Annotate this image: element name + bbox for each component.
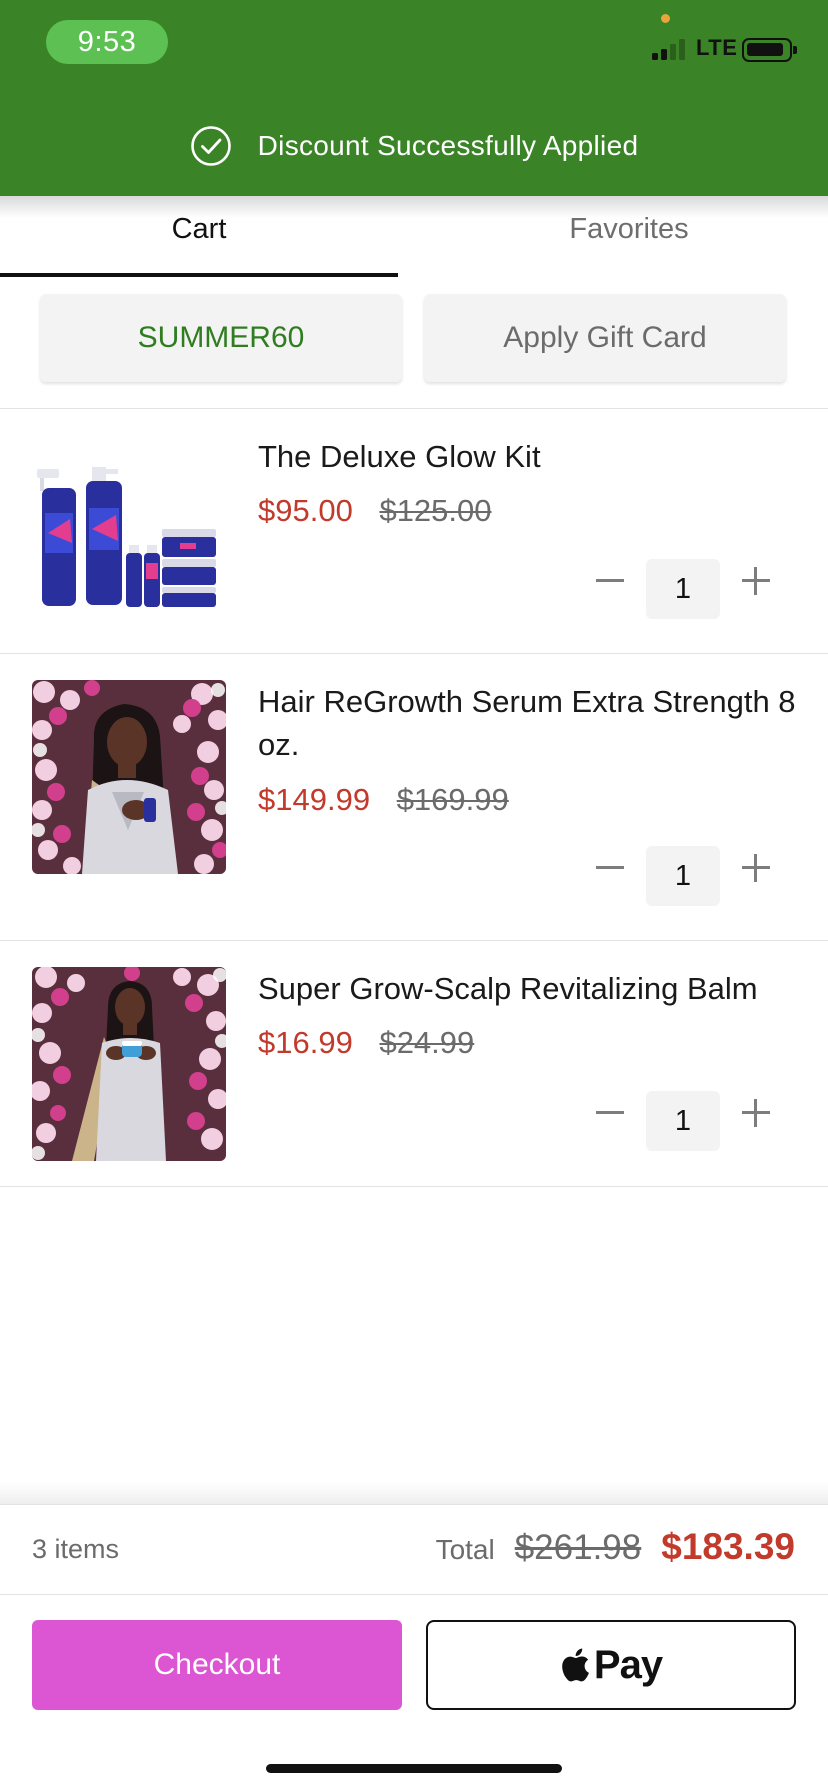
- discount-banner: 9:53 LTE Discount Successfully Applied: [0, 0, 828, 196]
- divider: [0, 1504, 828, 1505]
- promo-code-button[interactable]: SUMMER60: [40, 294, 402, 382]
- decrease-quantity-button[interactable]: [588, 846, 632, 890]
- order-total: Total $261.98 $183.39: [436, 1526, 795, 1568]
- item-title[interactable]: Super Grow-Scalp Revitalizing Balm: [258, 967, 818, 1010]
- increase-quantity-button[interactable]: [734, 559, 778, 603]
- apply-gift-card-button[interactable]: Apply Gift Card: [424, 294, 786, 382]
- check-circle-icon: [190, 126, 231, 166]
- items-count: 3 items: [32, 1534, 120, 1564]
- home-indicator[interactable]: [266, 1764, 562, 1773]
- active-tab-indicator: [0, 273, 398, 277]
- tab-favorites[interactable]: Favorites: [430, 196, 828, 276]
- minus-icon: [596, 579, 624, 582]
- divider: [0, 1594, 828, 1595]
- minus-icon: [596, 866, 624, 869]
- increase-quantity-button[interactable]: [734, 846, 778, 890]
- item-title[interactable]: Hair ReGrowth Serum Extra Strength 8 oz.: [258, 680, 818, 766]
- cart-item: Super Grow-Scalp Revitalizing Balm $16.9…: [0, 941, 828, 1186]
- sale-price: $95.00: [258, 493, 353, 528]
- cart-item: Hair ReGrowth Serum Extra Strength 8 oz.…: [0, 654, 828, 940]
- status-time: 9:53: [46, 20, 168, 64]
- checkout-button[interactable]: Checkout: [32, 1620, 402, 1710]
- quantity-value[interactable]: 1: [646, 1091, 720, 1151]
- cellular-signal-icon: [652, 38, 688, 60]
- decrease-quantity-button[interactable]: [588, 1091, 632, 1135]
- total-original-price: $261.98: [514, 1528, 642, 1567]
- price-row: $149.99 $169.99: [258, 782, 509, 818]
- tab-cart[interactable]: Cart: [0, 196, 398, 276]
- cart-item: The Deluxe Glow Kit $95.00 $125.00 1: [0, 409, 828, 653]
- decrease-quantity-button[interactable]: [588, 559, 632, 603]
- item-title[interactable]: The Deluxe Glow Kit: [258, 435, 818, 478]
- total-discounted-price: $183.39: [661, 1526, 795, 1567]
- battery-icon: [742, 38, 797, 62]
- quantity-value[interactable]: 1: [646, 559, 720, 619]
- price-row: $95.00 $125.00: [258, 493, 492, 529]
- total-label: Total: [435, 1534, 495, 1565]
- increase-quantity-button[interactable]: [734, 1091, 778, 1135]
- apple-pay-button[interactable]: Pay: [426, 1620, 796, 1710]
- apple-logo-icon: [562, 1648, 589, 1682]
- privacy-indicator-dot: [661, 14, 670, 23]
- footer-shadow: [0, 1482, 828, 1504]
- toast-message: Discount Successfully Applied: [257, 130, 639, 161]
- network-type: LTE: [696, 35, 738, 60]
- divider: [0, 1186, 828, 1187]
- apple-pay-label: Pay: [593, 1642, 663, 1687]
- minus-icon: [596, 1111, 624, 1114]
- product-image-hair-regrowth-serum[interactable]: [32, 680, 226, 874]
- original-price: $169.99: [396, 782, 509, 817]
- sale-price: $149.99: [258, 782, 371, 817]
- product-image-deluxe-glow-kit[interactable]: [32, 433, 226, 627]
- price-row: $16.99 $24.99: [258, 1025, 474, 1061]
- original-price: $125.00: [379, 493, 492, 528]
- sale-price: $16.99: [258, 1025, 353, 1060]
- product-image-scalp-balm[interactable]: [32, 967, 226, 1161]
- discount-toast: Discount Successfully Applied: [0, 124, 828, 168]
- original-price: $24.99: [379, 1025, 475, 1060]
- quantity-value[interactable]: 1: [646, 846, 720, 906]
